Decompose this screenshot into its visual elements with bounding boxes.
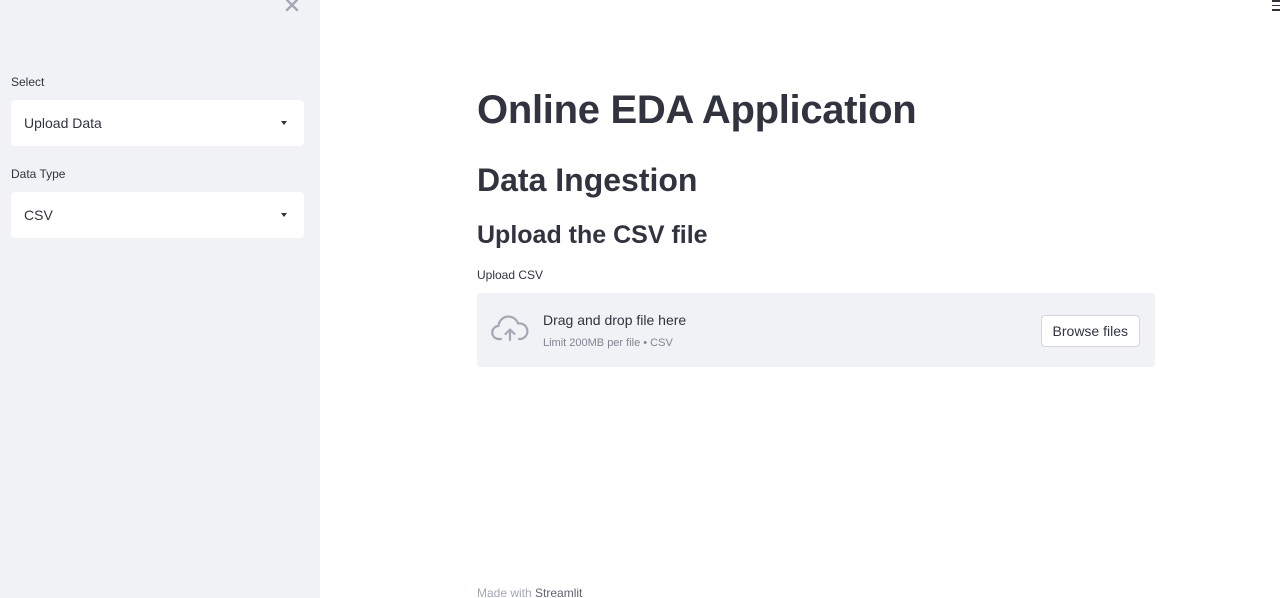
- page-title: Online EDA Application: [477, 88, 917, 132]
- browse-files-button[interactable]: Browse files: [1040, 315, 1140, 347]
- select-value: Upload Data: [24, 115, 102, 131]
- select-label: Select: [11, 75, 45, 89]
- footer-prefix: Made with: [477, 586, 536, 598]
- file-dropzone[interactable]: Drag and drop file here Limit 200MB per …: [477, 293, 1155, 367]
- section-title: Upload the CSV file: [477, 221, 708, 249]
- data-type-dropdown[interactable]: CSV: [11, 192, 304, 238]
- chevron-down-icon: [281, 213, 287, 217]
- footer: Made with Streamlit: [477, 586, 582, 598]
- data-type-label: Data Type: [11, 167, 66, 181]
- drop-instructions: Drag and drop file here: [543, 312, 687, 328]
- app: Select Upload Data Data Type CSV Online …: [0, 0, 1280, 598]
- select-dropdown[interactable]: Upload Data: [11, 100, 304, 146]
- data-type-value: CSV: [24, 207, 53, 223]
- upload-label: Upload CSV: [477, 268, 544, 282]
- streamlit-link[interactable]: Streamlit: [535, 586, 582, 598]
- page-subtitle: Data Ingestion: [477, 162, 698, 198]
- sidebar: Select Upload Data Data Type CSV: [0, 0, 320, 598]
- close-icon[interactable]: [283, 0, 301, 14]
- cloud-upload-icon: [491, 315, 529, 345]
- upload-limit-text: Limit 200MB per file • CSV: [543, 337, 673, 349]
- hamburger-menu-icon[interactable]: [1270, 0, 1280, 14]
- chevron-down-icon: [281, 121, 287, 125]
